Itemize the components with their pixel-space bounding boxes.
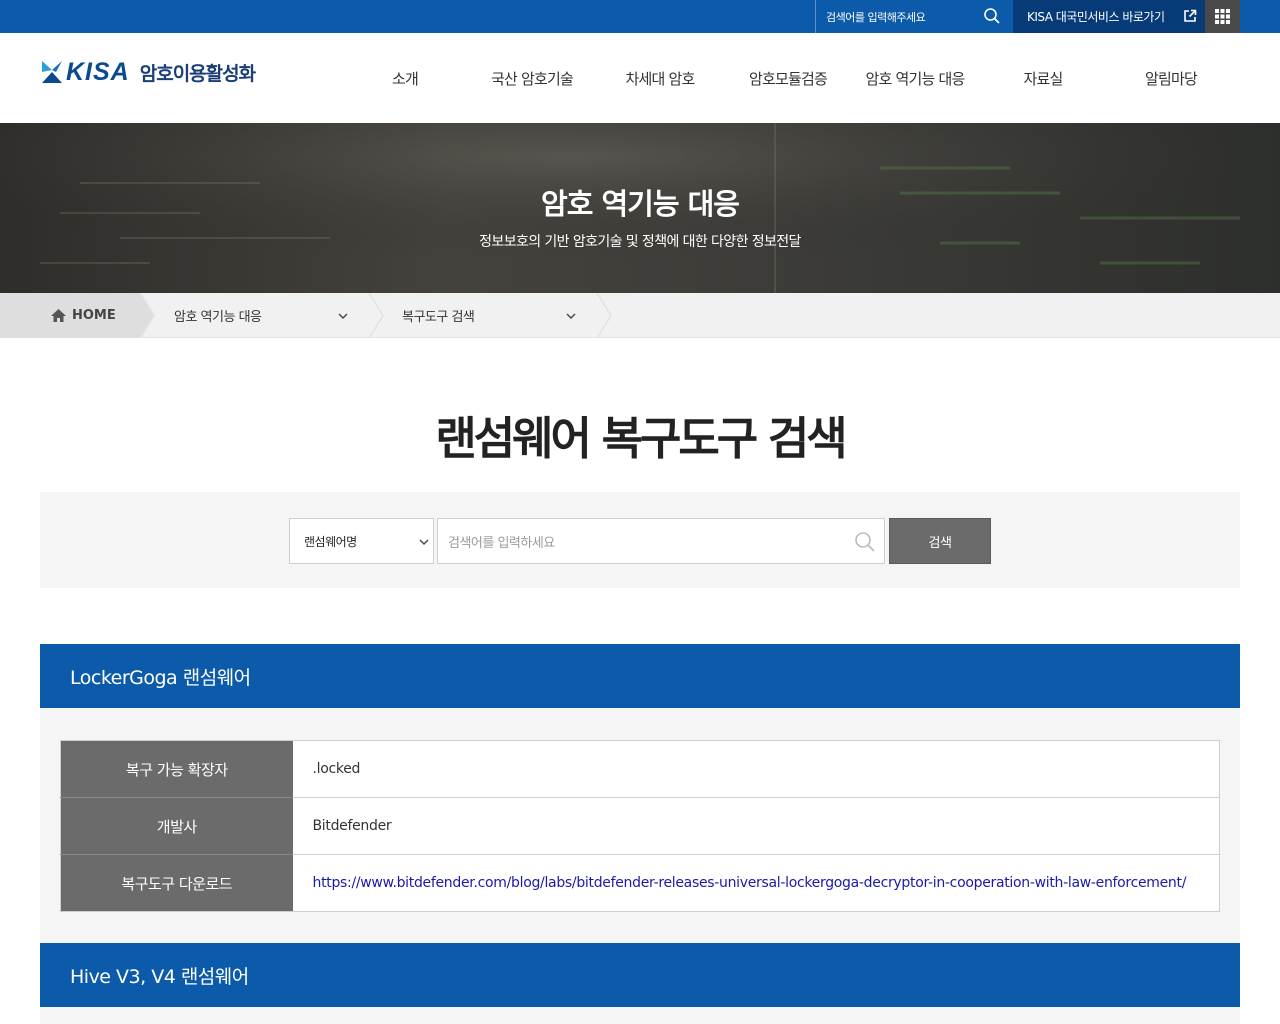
row-label-download: 복구도구 다운로드: [60, 854, 293, 912]
result-info-table: 복구 가능 확장자 .locked 개발사 Bitdefender 복구도구 다…: [60, 740, 1220, 912]
nav-item-domestic-crypto[interactable]: 국산 암호기술: [491, 68, 574, 89]
breadcrumb-home[interactable]: HOME: [0, 293, 140, 338]
site-header: KISA 암호이용활성화 소개 국산 암호기술 차세대 암호 암호모듈검증 암호…: [0, 33, 1280, 123]
result-detail-panel: [40, 1007, 1240, 1024]
top-search-placeholder: 검색어를 입력해주세요: [826, 10, 926, 24]
result-title-bar: LockerGoga 랜섬웨어: [40, 644, 1240, 708]
kisa-service-link[interactable]: KISA 대국민서비스 바로가기: [1013, 0, 1205, 33]
chevron-down-icon: [338, 313, 348, 319]
search-input[interactable]: 검색어를 입력하세요: [437, 518, 885, 564]
result-title-bar: Hive V3, V4 랜섬웨어: [40, 943, 1240, 1007]
result-title: Hive V3, V4 랜섬웨어: [70, 965, 249, 988]
breadcrumb-depth1-label: 암호 역기능 대응: [174, 310, 262, 325]
home-icon: [51, 309, 66, 322]
nav-item-module-validation[interactable]: 암호모듈검증: [749, 68, 828, 89]
result-title: LockerGoga 랜섬웨어: [70, 666, 251, 689]
breadcrumb-separator-icon: [368, 293, 384, 338]
search-icon[interactable]: [983, 7, 1001, 25]
banner-subtitle: 정보보호의 기반 암호기술 및 정책에 대한 다양한 정보전달: [479, 234, 801, 250]
result-detail-panel: 복구 가능 확장자 .locked 개발사 Bitdefender 복구도구 다…: [40, 708, 1240, 943]
breadcrumb-separator-icon: [140, 293, 156, 338]
sub-visual-banner: 암호 역기능 대응 정보보호의 기반 암호기술 및 정책에 대한 다양한 정보전…: [0, 123, 1280, 293]
search-input-placeholder: 검색어를 입력하세요: [448, 535, 555, 551]
nav-item-intro[interactable]: 소개: [392, 68, 419, 89]
table-row: 복구도구 다운로드 https://www.bitdefender.com/bl…: [60, 854, 1220, 912]
logo-subtitle: 암호이용활성화: [139, 62, 256, 85]
grid-menu-icon: [1215, 9, 1230, 24]
breadcrumb-depth1-dropdown[interactable]: 암호 역기능 대응: [174, 293, 354, 338]
search-panel: 랜섬웨어명 검색어를 입력하세요 검색: [40, 492, 1240, 588]
download-link[interactable]: https://www.bitdefender.com/blog/labs/bi…: [313, 875, 1187, 891]
top-utility-bar: 검색어를 입력해주세요 KISA 대국민서비스 바로가기: [0, 0, 1280, 33]
breadcrumb-depth2-dropdown[interactable]: 복구도구 검색: [402, 293, 582, 338]
breadcrumb: HOME 암호 역기능 대응 복구도구 검색: [0, 293, 1280, 338]
site-logo[interactable]: KISA 암호이용활성화: [40, 57, 256, 87]
row-value-extension: .locked: [292, 740, 1220, 798]
nav-item-archive[interactable]: 자료실: [1023, 68, 1063, 89]
search-button[interactable]: 검색: [889, 518, 991, 564]
top-search-field[interactable]: 검색어를 입력해주세요: [815, 0, 1013, 33]
breadcrumb-depth2-label: 복구도구 검색: [402, 310, 475, 325]
table-row: 복구 가능 확장자 .locked: [60, 740, 1220, 798]
nav-item-notice[interactable]: 알림마당: [1145, 68, 1198, 89]
chevron-down-icon: [419, 539, 429, 545]
nav-item-next-gen-crypto[interactable]: 차세대 암호: [626, 68, 696, 89]
search-type-selected-value: 랜섬웨어명: [304, 534, 357, 549]
external-link-icon: [1184, 9, 1197, 22]
banner-title: 암호 역기능 대응: [541, 187, 740, 221]
kisa-logo-mark-icon: [42, 61, 62, 83]
row-label-developer: 개발사: [60, 797, 293, 855]
logo-text: KISA: [66, 57, 130, 86]
breadcrumb-separator-icon: [596, 293, 612, 338]
row-value-developer: Bitdefender: [292, 797, 1220, 855]
row-value-download: https://www.bitdefender.com/blog/labs/bi…: [292, 854, 1220, 912]
row-label-extension: 복구 가능 확장자: [60, 740, 293, 798]
search-icon: [855, 532, 875, 552]
kisa-service-link-label: KISA 대국민서비스 바로가기: [1027, 10, 1165, 24]
breadcrumb-home-label: HOME: [72, 308, 116, 323]
nav-item-crypto-abuse-response[interactable]: 암호 역기능 대응: [866, 68, 966, 89]
table-row: 개발사 Bitdefender: [60, 797, 1220, 855]
page-title: 랜섬웨어 복구도구 검색: [435, 412, 847, 465]
chevron-down-icon: [566, 313, 576, 319]
sitemap-button[interactable]: [1205, 0, 1240, 33]
search-type-select[interactable]: 랜섬웨어명: [289, 518, 434, 564]
